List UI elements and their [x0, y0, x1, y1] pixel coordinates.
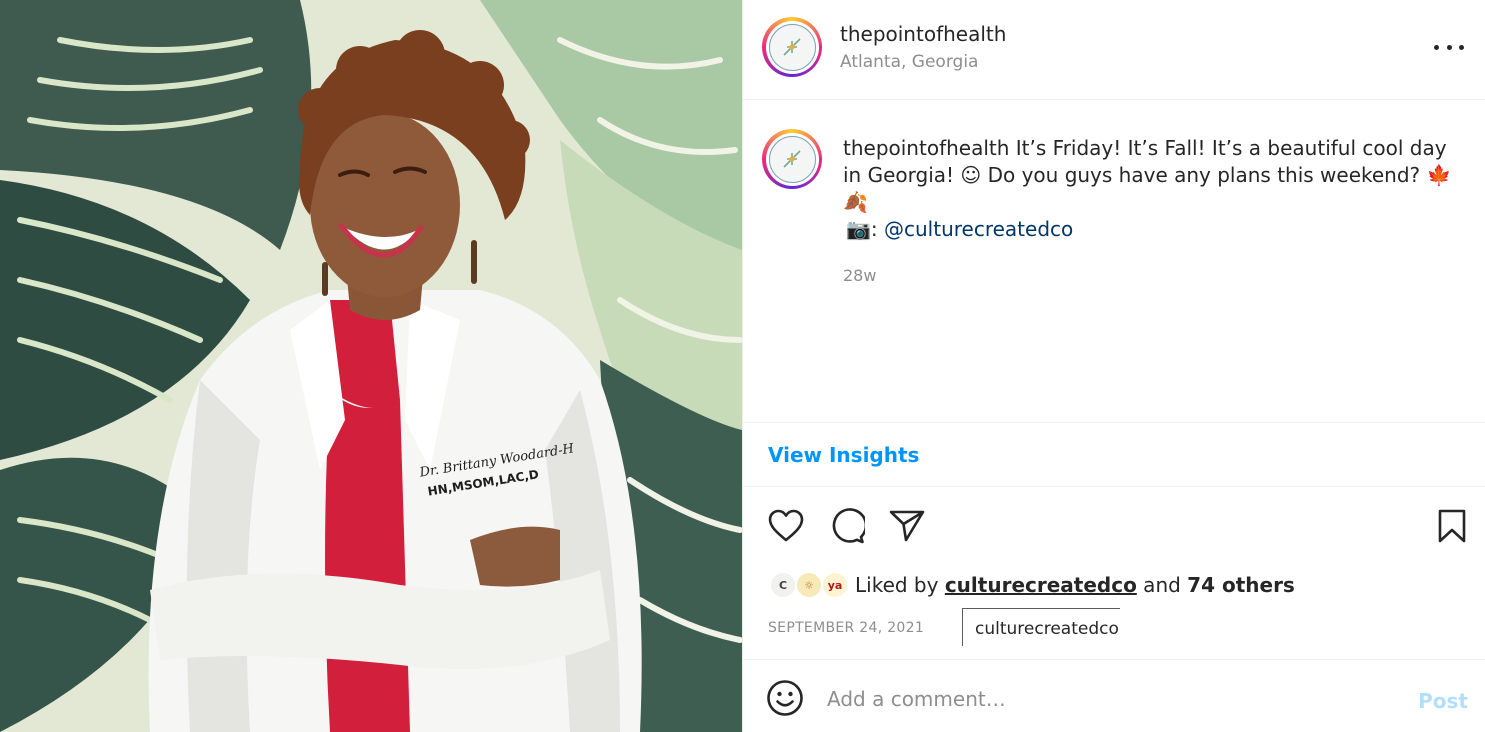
- liker-avatar[interactable]: ☼: [795, 571, 823, 599]
- paper-plane-icon[interactable]: [887, 506, 927, 546]
- more-options-icon[interactable]: [1434, 34, 1464, 60]
- comment-input[interactable]: [827, 683, 1387, 715]
- post-header: thepointofhealth Atlanta, Georgia: [743, 0, 1485, 100]
- liked-by-text: Liked by culturecreatedco and 74 others: [855, 573, 1295, 597]
- liked-by-user-link[interactable]: culturecreatedco: [945, 573, 1137, 597]
- header-username[interactable]: thepointofhealth: [840, 22, 1006, 46]
- logo-icon: [768, 135, 816, 183]
- post-time-ago[interactable]: 28w: [843, 266, 876, 285]
- liker-avatars: C ☼ ya: [769, 570, 853, 600]
- bookmark-icon[interactable]: [1432, 506, 1472, 546]
- insights-row: View Insights: [743, 424, 1485, 487]
- header-location[interactable]: Atlanta, Georgia: [840, 52, 978, 72]
- view-insights-link[interactable]: View Insights: [768, 443, 919, 467]
- username-tooltip: culturecreatedco: [962, 608, 1120, 646]
- camera-emoji: 📷:: [846, 217, 884, 241]
- comment-icon[interactable]: [827, 506, 867, 546]
- caption-text: thepointofhealth It’s Friday! It’s Fall!…: [843, 135, 1453, 216]
- post-date[interactable]: SEPTEMBER 24, 2021: [768, 620, 924, 636]
- post-comment-button[interactable]: Post: [1418, 689, 1468, 713]
- caption-username[interactable]: thepointofhealth: [843, 136, 1009, 160]
- caption-avatar[interactable]: [762, 129, 822, 189]
- logo-icon: [768, 23, 816, 71]
- profile-avatar[interactable]: [762, 17, 822, 77]
- caption-section: thepointofhealth It’s Friday! It’s Fall!…: [743, 101, 1485, 423]
- smiley-icon[interactable]: [766, 679, 804, 717]
- post-actions: C ☼ ya Liked by culturecreatedco and 74 …: [743, 488, 1485, 660]
- liked-by-row: C ☼ ya Liked by culturecreatedco and 74 …: [769, 568, 1295, 602]
- credit-mention-link[interactable]: @culturecreatedco: [884, 217, 1073, 241]
- photo-credit: 📷: @culturecreatedco: [846, 217, 1073, 241]
- heart-icon[interactable]: [766, 506, 806, 546]
- post-image: Dr. Brittany Woodard-H HN,MSOM,LAC,D: [0, 0, 742, 732]
- post-side-panel: thepointofhealth Atlanta, Georgia thepoi…: [742, 0, 1485, 732]
- likes-count-link[interactable]: 74 others: [1187, 573, 1295, 597]
- liker-avatar[interactable]: C: [769, 571, 797, 599]
- post-photo[interactable]: Dr. Brittany Woodard-H HN,MSOM,LAC,D: [0, 0, 742, 732]
- liker-avatar[interactable]: ya: [821, 571, 849, 599]
- add-comment-row: Post: [743, 661, 1485, 732]
